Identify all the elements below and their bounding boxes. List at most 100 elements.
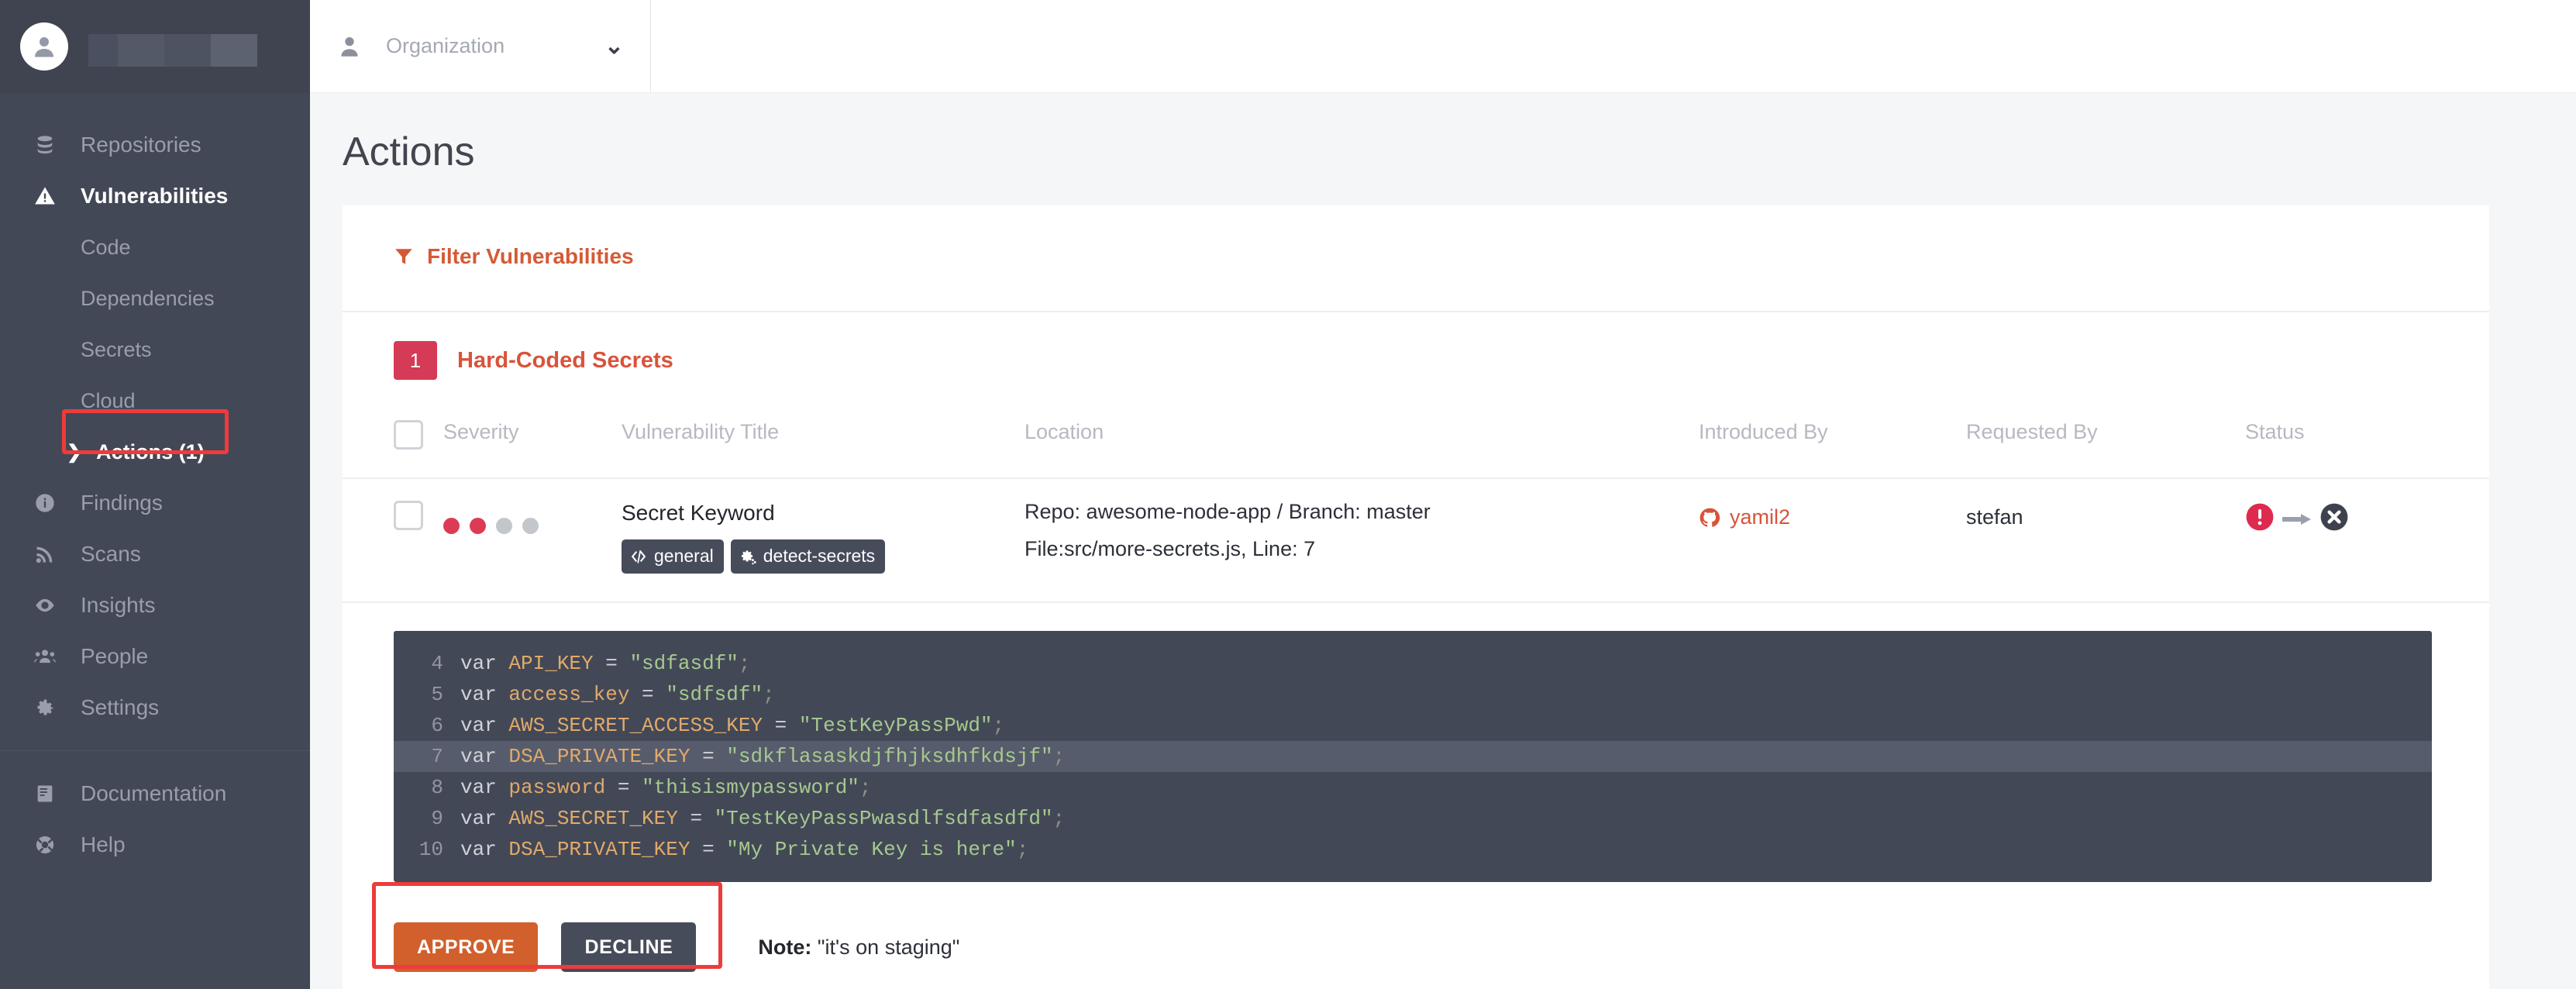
sidebar-item-documentation[interactable]: Documentation bbox=[0, 768, 310, 819]
chevron-right-icon: ❯ bbox=[67, 441, 83, 463]
requested-by-cell: stefan bbox=[1966, 478, 2245, 601]
code-string: "sdfasdf" bbox=[629, 652, 739, 675]
code-line: 6 var AWS_SECRET_ACCESS_KEY = "TestKeyPas… bbox=[394, 710, 2432, 741]
code-keyword: var bbox=[460, 838, 497, 861]
location-file-line: File:src/more-secrets.js, Line: 7 bbox=[1025, 537, 1316, 561]
line-number: 6 bbox=[431, 714, 443, 737]
vulnerabilities-card: Filter Vulnerabilities 1 Hard-Coded Secr… bbox=[343, 205, 2489, 989]
sidebar-user-block[interactable] bbox=[0, 0, 310, 93]
rss-signal-icon bbox=[28, 543, 62, 565]
requested-by-name: stefan bbox=[1966, 505, 2023, 529]
main-area: Organization ⌄ Actions Filter Vulnerabil… bbox=[310, 0, 2576, 989]
book-icon bbox=[28, 783, 62, 805]
sidebar-item-label: Help bbox=[81, 832, 126, 856]
introduced-by-cell: yamil2 bbox=[1699, 478, 1966, 601]
line-number: 9 bbox=[431, 807, 443, 830]
funnel-icon bbox=[394, 246, 427, 267]
filter-label: Filter Vulnerabilities bbox=[427, 244, 634, 268]
sidebar-item-code[interactable]: Code bbox=[0, 222, 310, 273]
severity-dots bbox=[443, 501, 622, 534]
code-string: "My Private Key is here" bbox=[726, 838, 1017, 861]
eye-icon bbox=[28, 594, 62, 616]
sidebar-item-actions[interactable]: ❯ Actions (1) bbox=[0, 426, 310, 477]
column-header-location: Location bbox=[1025, 406, 1699, 479]
code-variable: password bbox=[508, 776, 606, 799]
sidebar-item-label: Insights bbox=[81, 593, 156, 617]
tag-general[interactable]: general bbox=[622, 539, 724, 574]
filter-row: Filter Vulnerabilities bbox=[343, 205, 2489, 311]
lifebuoy-icon bbox=[28, 834, 62, 856]
decline-button[interactable]: DECLINE bbox=[561, 922, 697, 972]
warning-triangle-icon bbox=[28, 185, 62, 207]
content-scroll: Filter Vulnerabilities 1 Hard-Coded Secr… bbox=[310, 205, 2576, 989]
code-variable: DSA_PRIVATE_KEY bbox=[508, 745, 690, 768]
line-number: 8 bbox=[431, 776, 443, 799]
column-header-status: Status bbox=[2245, 406, 2489, 479]
code-semicolon: ; bbox=[1052, 807, 1066, 830]
sidebar-item-people[interactable]: People bbox=[0, 631, 310, 682]
select-all-checkbox[interactable] bbox=[394, 420, 423, 450]
code-line-highlighted: 7 var DSA_PRIVATE_KEY = "sdkflasaskdjfhjk… bbox=[394, 741, 2432, 772]
gear-icon bbox=[28, 697, 62, 718]
table-row: Secret Keyword general detect-secrets Re… bbox=[343, 478, 2489, 601]
approve-button[interactable]: APPROVE bbox=[394, 922, 539, 972]
code-string: "sdkflasaskdjfhjksdhfkdsjf" bbox=[726, 745, 1053, 768]
organization-selector[interactable]: Organization ⌄ bbox=[310, 0, 651, 92]
code-semicolon: ; bbox=[1016, 838, 1029, 861]
vulnerability-group-header[interactable]: 1 Hard-Coded Secrets bbox=[343, 312, 2489, 406]
code-operator: = bbox=[690, 745, 727, 768]
filter-vulnerabilities-button[interactable]: Filter Vulnerabilities bbox=[394, 244, 634, 269]
sidebar-item-label: Actions (1) bbox=[96, 439, 205, 463]
page-header: Actions bbox=[310, 93, 2576, 205]
user-avatar-icon bbox=[35, 37, 53, 57]
status-badge bbox=[2245, 501, 2489, 536]
sidebar-item-repositories[interactable]: Repositories bbox=[0, 119, 310, 171]
code-keyword: var bbox=[460, 714, 497, 737]
x-circle-icon bbox=[2319, 502, 2349, 536]
sidebar-item-insights[interactable]: Insights bbox=[0, 580, 310, 631]
info-circle-icon bbox=[28, 492, 62, 514]
sidebar-item-label: Settings bbox=[81, 695, 160, 719]
location-cell: Repo: awesome-node-app / Branch: master … bbox=[1025, 478, 1699, 601]
code-variable: AWS_SECRET_ACCESS_KEY bbox=[508, 714, 763, 737]
vulnerability-title-cell: Secret Keyword general detect-secrets bbox=[622, 478, 1025, 601]
code-keyword: var bbox=[460, 652, 497, 675]
introduced-by-user[interactable]: yamil2 bbox=[1699, 501, 1790, 529]
chevron-down-icon[interactable]: ⌄ bbox=[604, 33, 624, 60]
sidebar-item-cloud[interactable]: Cloud bbox=[0, 375, 310, 426]
code-line: 8 var password = "thisismypassword"; bbox=[394, 772, 2432, 803]
code-string: "thisismypassword" bbox=[642, 776, 859, 799]
sidebar: Repositories Vulnerabilities Code Depend… bbox=[0, 0, 310, 989]
sidebar-item-label: Dependencies bbox=[81, 286, 215, 310]
organization-label: Organization bbox=[386, 33, 505, 57]
code-string: "TestKeyPassPwd" bbox=[798, 714, 993, 737]
action-buttons-row: APPROVE DECLINE Note: "it's on staging" bbox=[343, 882, 2489, 989]
person-icon bbox=[336, 33, 372, 60]
severity-cell bbox=[443, 478, 622, 601]
sidebar-item-help[interactable]: Help bbox=[0, 819, 310, 870]
code-operator: = bbox=[605, 776, 642, 799]
status-cell bbox=[2245, 478, 2489, 601]
column-header-title: Vulnerability Title bbox=[622, 406, 1025, 479]
sidebar-item-dependencies[interactable]: Dependencies bbox=[0, 273, 310, 324]
code-semicolon: ; bbox=[1052, 745, 1066, 768]
topbar: Organization ⌄ bbox=[310, 0, 2576, 93]
exclamation-circle-icon bbox=[2245, 502, 2275, 536]
sidebar-item-findings[interactable]: Findings bbox=[0, 477, 310, 529]
tag-detect-secrets[interactable]: detect-secrets bbox=[730, 539, 886, 574]
code-variable: API_KEY bbox=[508, 652, 594, 675]
row-checkbox[interactable] bbox=[394, 501, 423, 530]
sidebar-item-label: Repositories bbox=[81, 133, 201, 157]
select-all-cell bbox=[343, 406, 443, 479]
sidebar-item-secrets[interactable]: Secrets bbox=[0, 324, 310, 375]
line-number: 5 bbox=[431, 683, 443, 706]
code-string: "sdfsdf" bbox=[666, 683, 763, 706]
code-snippet: 4 var API_KEY = "sdfasdf"; 5 var access_ke… bbox=[394, 631, 2432, 882]
sidebar-item-label: Documentation bbox=[81, 781, 227, 805]
sidebar-item-vulnerabilities[interactable]: Vulnerabilities bbox=[0, 171, 310, 222]
vulnerability-title[interactable]: Secret Keyword bbox=[622, 501, 1025, 526]
sidebar-item-scans[interactable]: Scans bbox=[0, 529, 310, 580]
code-operator: = bbox=[677, 807, 715, 830]
github-icon bbox=[1699, 507, 1730, 529]
sidebar-item-settings[interactable]: Settings bbox=[0, 682, 310, 733]
